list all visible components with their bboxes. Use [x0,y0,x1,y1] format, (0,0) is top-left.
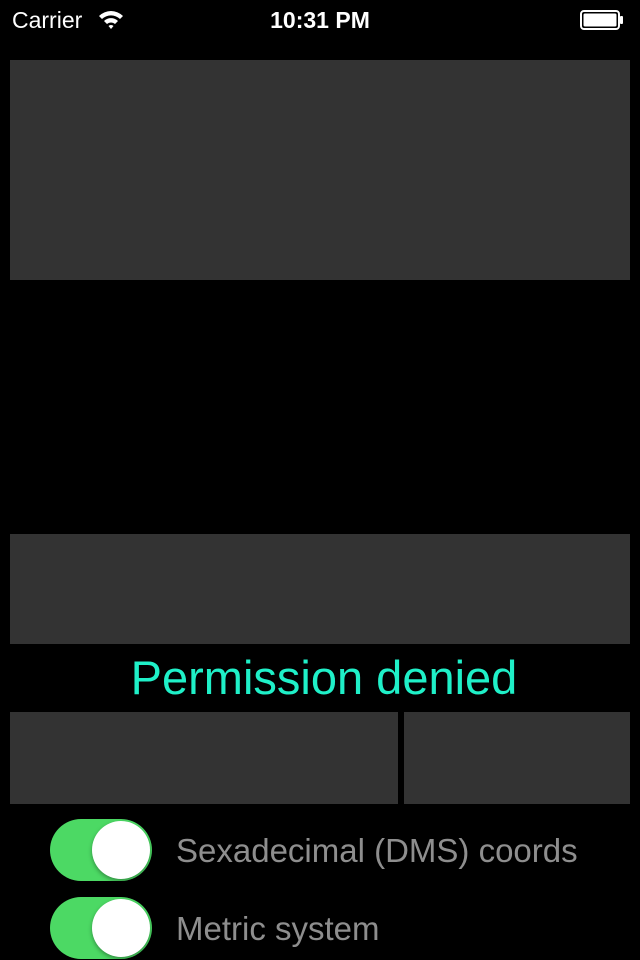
middle-panel [10,534,630,644]
status-bar: Carrier 10:31 PM [0,0,640,40]
dms-coords-toggle[interactable] [50,819,152,881]
battery-full-icon [580,10,624,30]
bottom-right-panel [404,712,630,804]
metric-system-label: Metric system [176,910,380,947]
permission-status-message: Permission denied [130,651,518,704]
metric-system-toggle[interactable] [50,897,152,959]
metric-system-row: Metric system [0,897,640,960]
bottom-left-panel [10,712,398,804]
toggle-knob [92,821,150,879]
top-panel [10,60,630,280]
toggle-knob [92,899,150,957]
screen: Carrier 10:31 PM Permission denied Sexad… [0,0,640,960]
status-time: 10:31 PM [270,7,370,33]
dms-coords-label: Sexadecimal (DMS) coords [176,832,578,869]
dms-coords-row: Sexadecimal (DMS) coords [0,819,640,883]
